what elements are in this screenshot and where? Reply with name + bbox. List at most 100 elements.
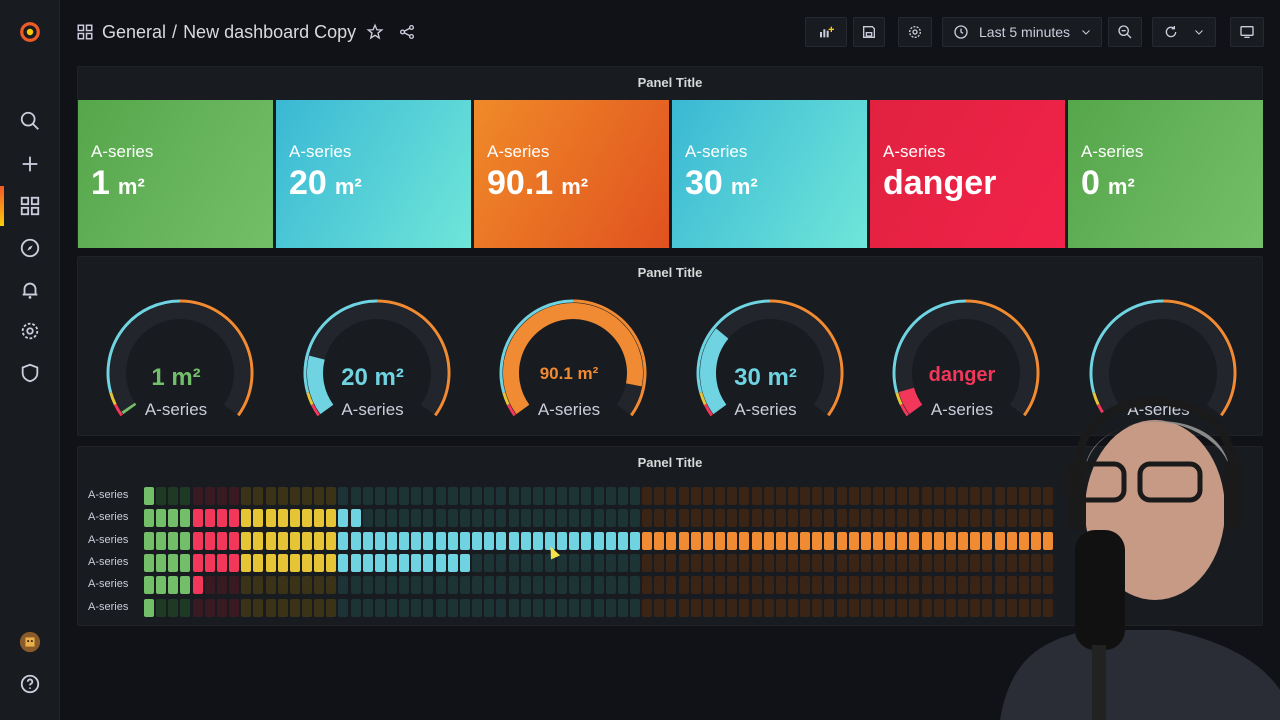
bar-cell <box>933 553 944 572</box>
bar-cell <box>775 509 786 528</box>
add-panel-button[interactable] <box>805 17 847 47</box>
bar-cell <box>496 509 507 528</box>
explore-icon[interactable] <box>0 228 60 268</box>
bar-cell <box>144 598 154 617</box>
panel-title[interactable]: Panel Title <box>78 265 1262 280</box>
bar-cell <box>180 598 191 617</box>
top-navbar: General / New dashboard Copy Last 5 minu… <box>60 0 1280 64</box>
bar-cell <box>520 509 531 528</box>
bar-cell <box>593 487 604 505</box>
bar-cell <box>314 553 325 572</box>
bar-cell <box>860 553 871 572</box>
tv-mode-button[interactable] <box>1230 17 1264 47</box>
bar-cell <box>204 598 215 617</box>
bar-cell <box>654 509 665 528</box>
dashboard-settings-button[interactable] <box>898 17 932 47</box>
breadcrumb-folder[interactable]: General <box>102 22 166 43</box>
bar-cell <box>144 487 154 505</box>
bar-cell <box>945 531 956 550</box>
time-picker-button[interactable]: Last 5 minutes <box>942 17 1102 47</box>
bar-cell <box>569 576 580 595</box>
bar-cell <box>204 531 215 550</box>
bar-cell <box>144 509 154 528</box>
bar-cell <box>970 531 981 550</box>
star-icon[interactable] <box>366 23 384 41</box>
bar-cell <box>314 531 325 550</box>
bar-cell <box>289 598 300 617</box>
stat-tile[interactable]: A-series 0 m² <box>1068 100 1263 248</box>
bar-cell <box>423 598 434 617</box>
bar-cell <box>715 509 726 528</box>
bar-cell <box>338 576 349 595</box>
bar-cell <box>253 576 264 595</box>
stat-panel[interactable]: Panel Title A-series 1 m² A-series 20 m² A-ser… <box>77 66 1263 248</box>
bar-cell <box>229 509 240 528</box>
bar-cell <box>642 509 653 528</box>
gauge[interactable]: 30 m² A-series <box>668 297 864 437</box>
bar-cell <box>156 598 167 617</box>
bar-row-label: A-series <box>88 511 129 524</box>
stat-tile[interactable]: A-series danger <box>870 100 1065 248</box>
bar-cell <box>532 576 543 595</box>
help-icon[interactable] <box>0 664 60 704</box>
bar-cell <box>860 576 871 595</box>
alerting-icon[interactable] <box>0 270 60 310</box>
bar-cell <box>921 553 932 572</box>
gauge-value: 1 m² <box>151 364 201 391</box>
user-avatar[interactable] <box>0 622 60 662</box>
bar-cell <box>277 487 288 505</box>
bar-cell <box>168 509 179 528</box>
search-icon[interactable] <box>0 101 60 141</box>
bar-cell <box>909 576 920 595</box>
configuration-icon[interactable] <box>0 311 60 351</box>
gauge[interactable]: 90.1 m² A-series <box>471 297 667 437</box>
bar-cell <box>374 531 385 550</box>
share-icon[interactable] <box>398 23 416 41</box>
bar-cell <box>860 598 871 617</box>
bar-cell <box>314 509 325 528</box>
bar-cell <box>289 553 300 572</box>
panel-title[interactable]: Panel Title <box>78 75 1262 90</box>
bar-cell <box>544 509 555 528</box>
bar-cell <box>532 598 543 617</box>
refresh-interval-chevron-icon[interactable] <box>1193 26 1205 38</box>
dashboard-title[interactable]: New dashboard Copy <box>183 22 356 43</box>
bar-cell <box>836 576 847 595</box>
stat-value-line: 20 m² <box>289 164 471 203</box>
stat-tile[interactable]: A-series 1 m² <box>78 100 273 248</box>
bar-cell <box>617 487 628 505</box>
bar-cell <box>192 598 203 617</box>
bar-cell <box>241 576 252 595</box>
refresh-button[interactable] <box>1152 17 1216 47</box>
stat-tile[interactable]: A-series 90.1 m² <box>474 100 669 248</box>
bar-cell <box>229 531 240 550</box>
bar-cell <box>617 576 628 595</box>
dashboards-icon[interactable] <box>0 186 60 226</box>
grafana-logo-icon[interactable] <box>0 12 60 52</box>
bar-cell <box>727 531 738 550</box>
gauge[interactable]: 20 m² A-series <box>275 297 471 437</box>
bar-cell <box>399 531 410 550</box>
zoom-out-button[interactable] <box>1108 17 1142 47</box>
bar-cell <box>338 487 349 505</box>
bar-cell <box>654 531 665 550</box>
bar-cell <box>860 531 871 550</box>
gauge[interactable]: 1 m² A-series <box>78 297 274 437</box>
shield-icon[interactable] <box>0 353 60 393</box>
bar-cell <box>387 553 397 572</box>
stat-tile[interactable]: A-series 20 m² <box>276 100 471 248</box>
bar-cell <box>508 553 519 572</box>
bar-cell <box>411 531 422 550</box>
bar-cell <box>204 553 215 572</box>
stat-tile[interactable]: A-series 30 m² <box>672 100 867 248</box>
bar-cell <box>775 531 786 550</box>
bar-cell <box>630 487 640 505</box>
bar-cell <box>557 531 568 550</box>
plus-icon[interactable] <box>0 144 60 184</box>
save-dashboard-button[interactable] <box>853 17 885 47</box>
webcam-overlay-presenter <box>1000 397 1280 720</box>
bar-cell <box>156 487 167 505</box>
bar-cell <box>702 598 713 617</box>
bar-cell <box>229 487 240 505</box>
stat-series-name: A-series <box>883 142 946 161</box>
